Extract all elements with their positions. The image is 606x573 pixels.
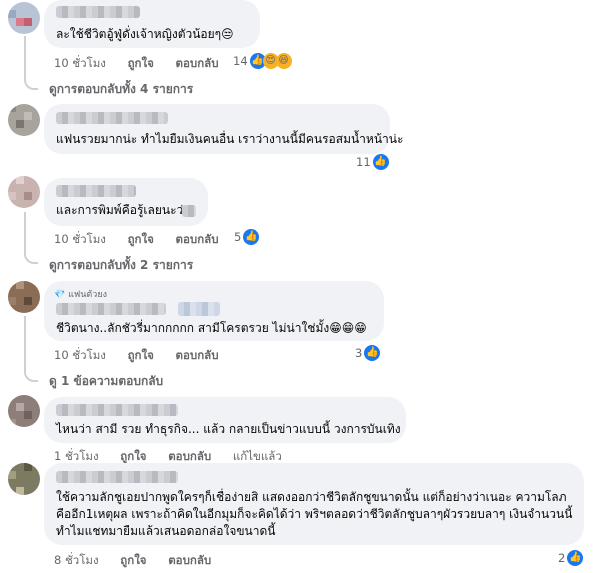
comment-text-line-3: ทำไมแชทมายืมแล้วเสนอดอกล่อใจขนาดนี้ xyxy=(56,524,276,538)
timestamp[interactable]: 8 ชั่วโมง xyxy=(54,553,99,567)
reaction-summary[interactable]: 2 👍 xyxy=(558,550,584,566)
reply-button[interactable]: ตอบกลับ xyxy=(176,56,219,70)
reaction-count: 2 xyxy=(558,551,566,565)
diamond-icon: 💎 xyxy=(54,290,66,300)
comment-text: และการพิมพ์คือรู้เลยนะว่า xyxy=(56,203,191,217)
like-reaction-icon: 👍 xyxy=(364,345,381,361)
like-button[interactable]: ถูกใจ xyxy=(120,449,146,463)
comment-actions: 8 ชั่วโมง ถูกใจ ตอบกลับ xyxy=(54,552,211,570)
like-button[interactable]: ถูกใจ xyxy=(120,553,146,567)
view-replies-link[interactable]: ดูการตอบกลับทั้ง 4 รายการ xyxy=(49,80,193,99)
reply-button[interactable]: ตอบกลับ xyxy=(176,348,219,362)
comment-bubble: ละใช้ชีวิตอู้ฟู่ดั่งเจ้าหญิงตัวน้อยๆ😒 xyxy=(44,0,260,48)
timestamp[interactable]: 1 ชั่วโมง xyxy=(54,449,99,463)
comment-text-line-2: คืออีก1เหตุผล เพราะถ้าคิดในอีกมุมก็จะคิด… xyxy=(56,507,573,521)
comment-bubble: 💎 แฟนตัวยง ชีวิตนาง..ลักชัวรี่มากกกกก สา… xyxy=(44,281,384,341)
haha-reaction-icon: 😆 xyxy=(275,53,292,69)
timestamp[interactable]: 10 ชั่วโมง xyxy=(54,56,106,70)
like-button[interactable]: ถูกใจ xyxy=(128,56,154,70)
avatar[interactable] xyxy=(8,176,40,208)
like-button[interactable]: ถูกใจ xyxy=(128,348,154,362)
blurred-tag xyxy=(178,302,220,316)
thread-line xyxy=(24,316,38,382)
reply-button[interactable]: ตอบกลับ xyxy=(168,449,211,463)
reaction-count: 5 xyxy=(234,230,242,244)
timestamp[interactable]: 10 ชั่วโมง xyxy=(54,232,106,246)
author-name[interactable] xyxy=(56,471,178,483)
reaction-summary[interactable]: 3 👍 xyxy=(355,345,381,361)
thread-line xyxy=(24,212,38,264)
avatar[interactable] xyxy=(8,2,40,34)
timestamp[interactable]: 10 ชั่วโมง xyxy=(54,348,106,362)
view-replies-link[interactable]: ดูการตอบกลับทั้ง 2 รายการ xyxy=(49,256,193,275)
comment-text: ไหนว่า สามี รวย ทำธุรกิจ... แล้ว กลายเป็… xyxy=(56,422,401,436)
author-name[interactable] xyxy=(56,112,168,124)
author-name[interactable] xyxy=(56,404,178,416)
avatar[interactable] xyxy=(8,104,40,136)
comment-text: ชีวิตนาง..ลักชัวรี่มากกกกก สามีโครตรวย ไ… xyxy=(56,321,367,335)
reaction-summary[interactable]: 5 👍 xyxy=(234,229,260,245)
author-name[interactable] xyxy=(56,185,136,197)
reaction-summary[interactable]: 14 👍 😍 😆 xyxy=(233,53,292,69)
author-name[interactable] xyxy=(56,6,140,18)
comment-actions: 10 ชั่วโมง ถูกใจ ตอบกลับ xyxy=(54,347,219,365)
reaction-summary[interactable]: 11 👍 xyxy=(356,154,389,170)
comment-actions: 10 ชั่วโมง ถูกใจ ตอบกลับ xyxy=(54,231,219,249)
comment-bubble: แฟนรวยมากน่ะ ทำไมยืมเงินคนอื่น เราว่างาน… xyxy=(44,104,403,154)
comment-text: ละใช้ชีวิตอู้ฟู่ดั่งเจ้าหญิงตัวน้อยๆ😒 xyxy=(56,27,234,41)
author-name[interactable] xyxy=(56,303,166,315)
thread-line xyxy=(24,36,38,90)
reaction-count: 3 xyxy=(355,346,363,360)
avatar[interactable] xyxy=(8,395,40,427)
like-reaction-icon: 👍 xyxy=(243,229,260,245)
blurred-text xyxy=(182,205,196,217)
comment-actions: 10 ชั่วโมง ถูกใจ ตอบกลับ xyxy=(54,55,219,73)
like-reaction-icon: 👍 xyxy=(567,550,584,566)
fan-badge-label: แฟนตัวยง xyxy=(68,290,107,300)
edited-label[interactable]: แก้ไขแล้ว xyxy=(233,449,282,463)
comment-bubble: และการพิมพ์คือรู้เลยนะว่า xyxy=(44,178,208,226)
comment-text: แฟนรวยมากน่ะ ทำไมยืมเงินคนอื่น เราว่างาน… xyxy=(56,132,404,146)
view-replies-link[interactable]: ดู 1 ข้อความตอบกลับ xyxy=(49,372,163,391)
reply-button[interactable]: ตอบกลับ xyxy=(176,232,219,246)
comment-bubble: ใช้ความลักชูเอยปากพูดใครๆก็เชื่อง่ายสิ แ… xyxy=(44,463,584,545)
avatar[interactable] xyxy=(8,463,40,495)
comment-text-line-1: ใช้ความลักชูเอยปากพูดใครๆก็เชื่อง่ายสิ แ… xyxy=(56,490,567,504)
fan-badge[interactable]: 💎 แฟนตัวยง xyxy=(54,287,107,301)
reaction-count: 11 xyxy=(356,155,371,169)
reply-button[interactable]: ตอบกลับ xyxy=(168,553,211,567)
reaction-count: 14 xyxy=(233,54,248,68)
avatar[interactable] xyxy=(8,281,40,313)
like-button[interactable]: ถูกใจ xyxy=(128,232,154,246)
comment-bubble: ไหนว่า สามี รวย ทำธุรกิจ... แล้ว กลายเป็… xyxy=(44,397,406,443)
like-reaction-icon: 👍 xyxy=(372,154,389,170)
